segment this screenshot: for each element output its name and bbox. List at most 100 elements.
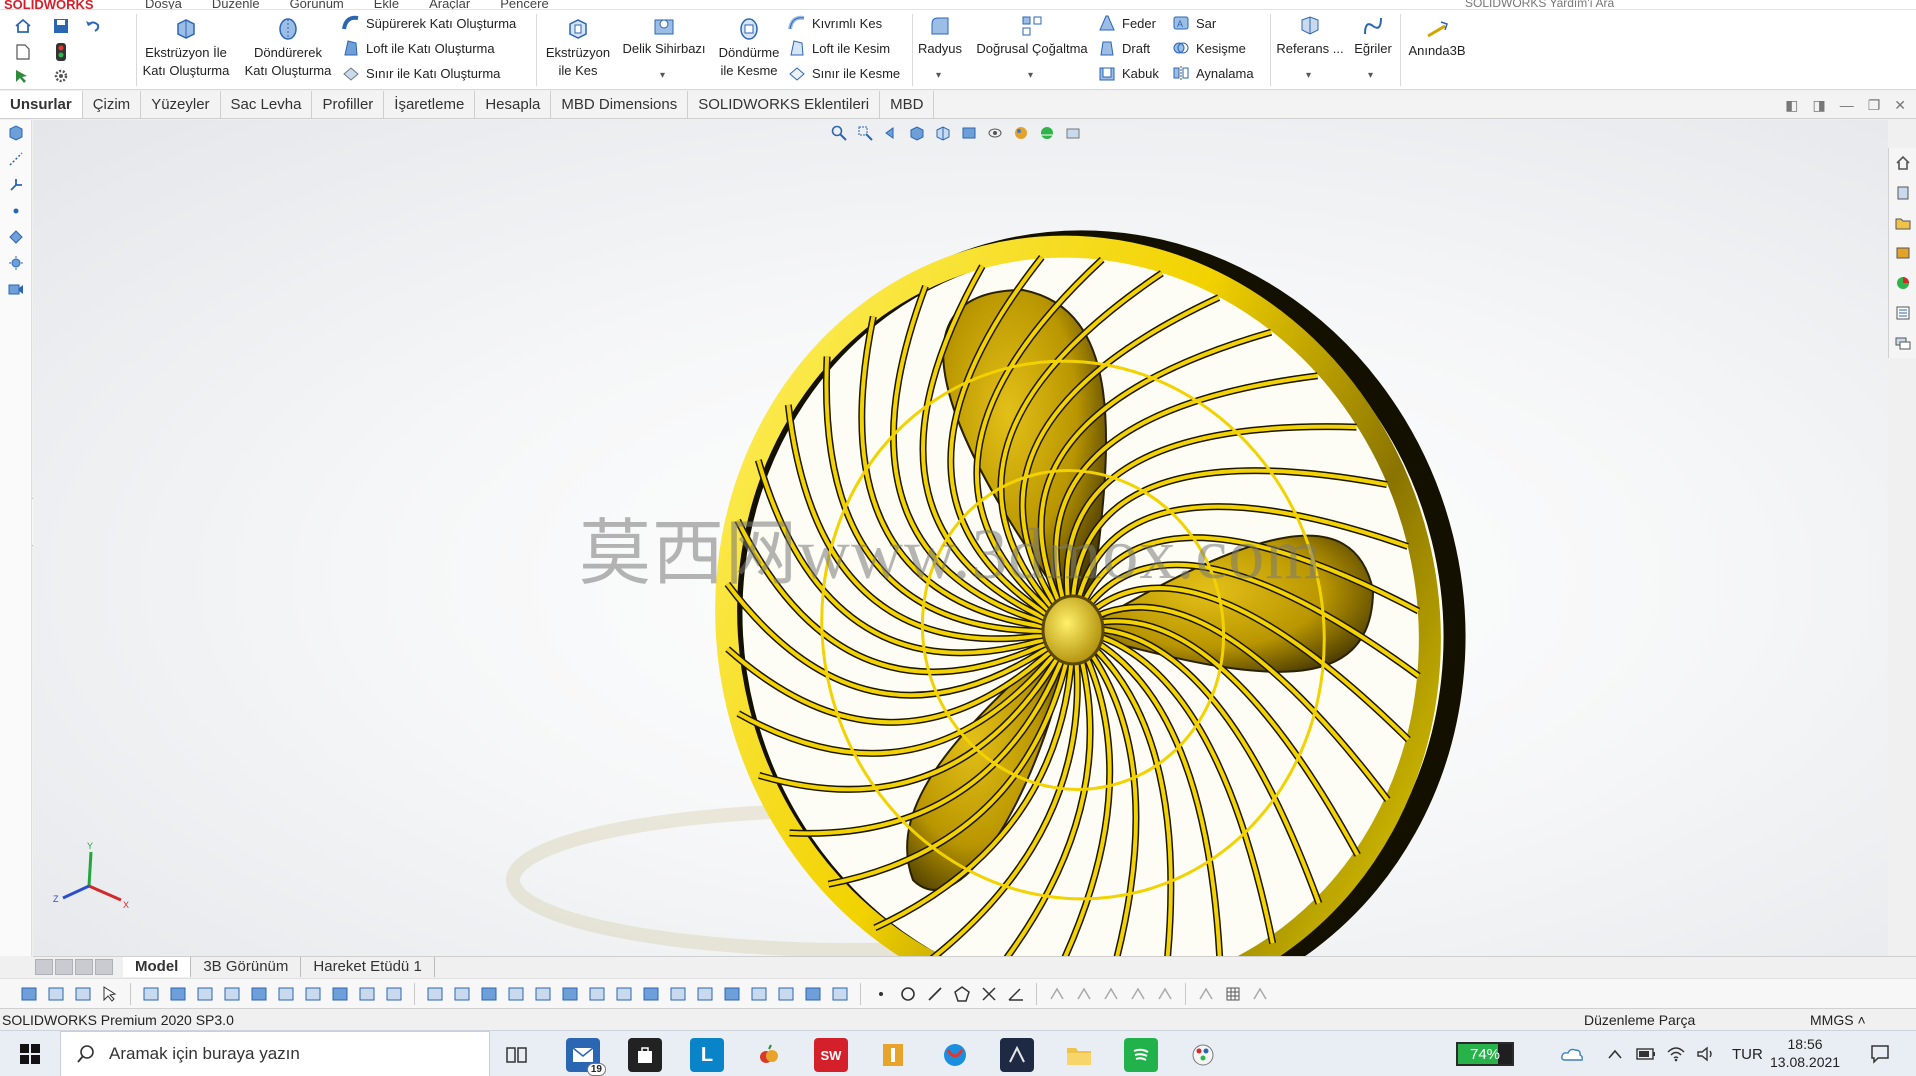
spotify-app-icon[interactable] [1124,1038,1158,1072]
hole-wizard-dropdown-icon[interactable]: ▾ [660,70,665,81]
save-icon[interactable] [50,16,72,36]
filter-vertices-icon[interactable] [140,983,162,1005]
l-app-icon[interactable]: L [690,1038,724,1072]
paint-app-icon[interactable] [1186,1038,1220,1072]
filter-geometric-tolerance-icon[interactable] [478,983,500,1005]
filter-mate-icon[interactable] [802,983,824,1005]
swept-boss-button[interactable]: Süpürerek Katı Oluşturma [342,12,516,34]
sketch-dimension-icon[interactable] [1154,983,1176,1005]
design-library-icon[interactable] [1889,178,1916,208]
onedrive-cloud-icon[interactable] [1560,1031,1584,1076]
linear-pattern-button[interactable]: Doğrusal Çoğaltma [970,14,1094,58]
filter-weld-icon[interactable] [383,983,405,1005]
custom-properties-icon[interactable] [1889,298,1916,328]
menu-file[interactable]: Dosya [145,0,182,9]
task-view-icon[interactable] [500,1038,534,1072]
scroll-next-icon[interactable] [75,959,93,975]
tab-surfaces[interactable]: Yüzeyler [141,91,221,118]
appearances-scenes-icon[interactable] [1889,268,1916,298]
select-arrow-icon[interactable] [99,983,121,1005]
battery-indicator[interactable]: 74% [1456,1042,1514,1066]
filter-edges-icon[interactable] [45,983,67,1005]
coordinate-system-icon[interactable] [0,172,32,198]
sketch-line-icon[interactable] [0,146,32,172]
mail-app-icon[interactable]: 19 [566,1038,606,1076]
solidworks-resources-icon[interactable] [1889,148,1916,178]
filter-faces-2-icon[interactable] [194,983,216,1005]
tab-profiles[interactable]: Profiller [312,91,385,118]
tab-motion-study[interactable]: Hareket Etüdü 1 [301,957,435,977]
tab-evaluate[interactable]: Hesapla [475,91,552,118]
mirror-button[interactable]: Aynalama [1172,62,1254,84]
revolve-cut-button[interactable]: Döndürme ile Kesme [710,16,788,80]
options-gear-icon[interactable] [50,66,72,86]
wifi-icon[interactable] [1666,1031,1686,1076]
tab-markup[interactable]: İşaretleme [384,91,476,118]
instant3d-button[interactable]: Anında3B [1402,20,1472,60]
sketch-grid-icon[interactable] [1222,983,1244,1005]
sketch-relations-icon[interactable] [1249,983,1271,1005]
filter-center-icon[interactable] [775,983,797,1005]
filter-cosmetic-thread-icon[interactable] [559,983,581,1005]
fillet-dropdown-icon[interactable]: ▾ [936,70,941,81]
tab-model[interactable]: Model [123,957,192,977]
taskbar-search-input[interactable]: Aramak için buraya yazın [60,1031,490,1076]
filter-surface-finish-icon[interactable] [505,983,527,1005]
sketch-polygon-icon[interactable] [951,983,973,1005]
extrude-cut-button[interactable]: Ekstrüzyon ile Kes [540,16,616,80]
loft-cut-button[interactable]: Loft ile Kesim [788,37,890,59]
boundary-boss-button[interactable]: Sınır ile Katı Oluşturma [342,62,500,84]
media-app-icon[interactable] [938,1038,972,1072]
filter-hole-callout-icon[interactable] [532,983,554,1005]
swept-cut-button[interactable]: Kıvrımlı Kes [788,12,882,34]
scroll-first-icon[interactable] [35,959,53,975]
close-icon[interactable]: ✕ [1894,97,1906,114]
curves-button[interactable]: Eğriler [1348,14,1398,58]
point-icon[interactable] [0,198,32,224]
lights-icon[interactable] [0,250,32,276]
tab-mbd[interactable]: MBD [880,91,935,118]
tab-3d-views[interactable]: 3B Görünüm [191,957,302,977]
store-app-icon[interactable] [628,1038,662,1072]
forum-icon[interactable] [1889,328,1916,358]
filter-solid-icon[interactable] [248,983,270,1005]
filter-point-icon[interactable] [721,983,743,1005]
tab-sheet-metal[interactable]: Sac Levha [221,91,313,118]
input-language-indicator[interactable]: TUR [1732,1031,1763,1076]
sketch-circle-icon[interactable] [897,983,919,1005]
filter-spline-icon[interactable] [640,983,662,1005]
menu-view[interactable]: Görünüm [290,0,344,9]
filter-centerline-icon[interactable] [586,983,608,1005]
volume-icon[interactable] [1696,1031,1716,1076]
sketch-convert-icon[interactable] [1073,983,1095,1005]
revolve-boss-button[interactable]: Döndürerek Katı Oluşturma [242,16,334,80]
scroll-last-icon[interactable] [95,959,113,975]
filter-annotation-icon[interactable] [329,983,351,1005]
tab-solidworks-addins[interactable]: SOLIDWORKS Eklentileri [688,91,881,118]
status-unit-system[interactable]: MMGS ˄ [1810,1012,1866,1028]
new-document-icon[interactable] [12,42,34,62]
tile-left-icon[interactable]: ◧ [1785,97,1798,114]
show-hidden-icons-chevron-icon[interactable] [1608,1031,1622,1076]
loft-boss-button[interactable]: Loft ile Katı Oluşturma [342,37,495,59]
menu-window[interactable]: Pencere [500,0,548,9]
intersect-button[interactable]: Kesişme [1172,37,1246,59]
filter-block-icon[interactable] [613,983,635,1005]
extrude-boss-button[interactable]: Ekstrüzyon İle Katı Oluşturma [140,16,232,80]
sketch-slot-icon[interactable] [1195,983,1217,1005]
graphics-area[interactable]: 莫西网www.3dmox.com Y X Z [33,120,1888,956]
menu-edit[interactable]: Düzenle [212,0,260,9]
shell-button[interactable]: Kabuk [1098,62,1159,84]
home-icon[interactable] [12,16,34,36]
sketch-offset-icon[interactable] [1046,983,1068,1005]
mate-reference-icon[interactable] [0,224,32,250]
battery-tray-icon[interactable] [1636,1031,1656,1076]
sketch-corner-icon[interactable] [1127,983,1149,1005]
reference-geometry-button[interactable]: Referans ... [1274,14,1346,58]
help-search-input[interactable]: SOLIDWORKS Yardım'ı Ara [1465,0,1614,9]
filter-midpoint-icon[interactable] [748,983,770,1005]
filter-dimension-icon[interactable] [302,983,324,1005]
filter-datum-icon[interactable] [451,983,473,1005]
autocad-app-icon[interactable] [1000,1038,1034,1072]
menu-insert[interactable]: Ekle [374,0,399,9]
